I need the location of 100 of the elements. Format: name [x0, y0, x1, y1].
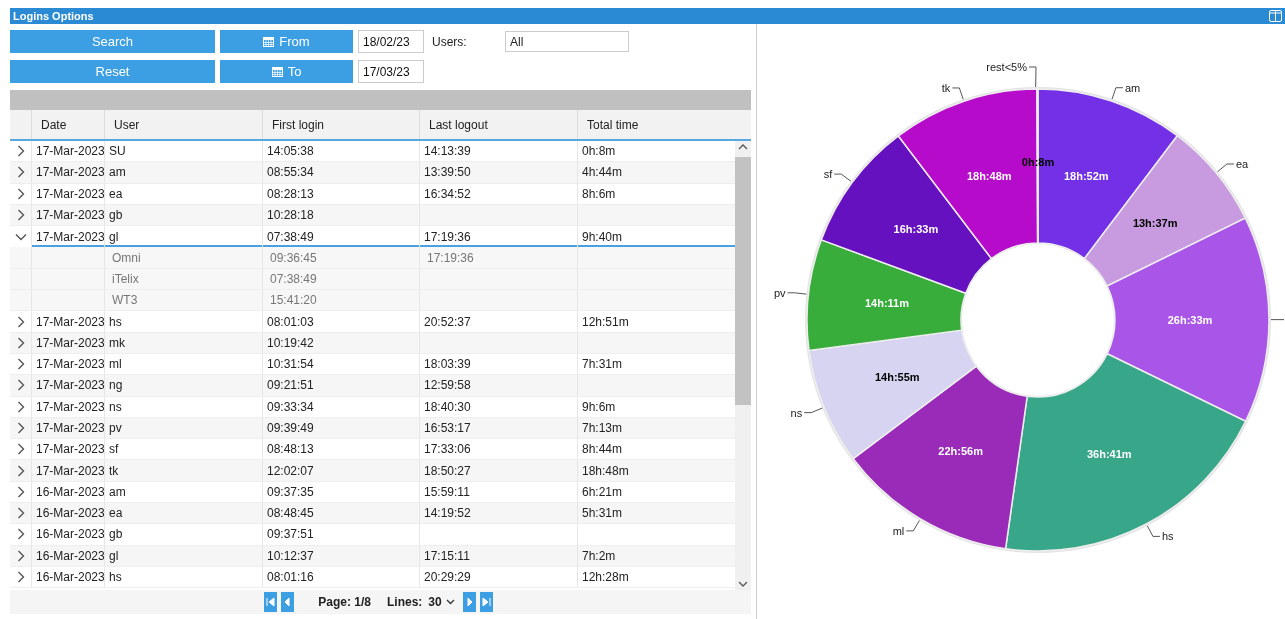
column-header[interactable]: First login: [262, 110, 419, 139]
chevron-right-icon[interactable]: [17, 336, 25, 349]
chevron-right-icon[interactable]: [17, 485, 25, 498]
slice-label: ea: [1235, 158, 1249, 170]
value-label: 18h:48m: [966, 170, 1012, 183]
table-cell: tk: [104, 460, 262, 481]
slice-label: tk: [941, 81, 951, 94]
table-cell: iTelix: [104, 268, 262, 290]
table-cell: 17:33:06: [419, 439, 577, 460]
lines-select[interactable]: 30: [428, 595, 455, 609]
table-cell: mk: [104, 332, 262, 353]
calendar-icon: [263, 36, 275, 47]
table-cell: 17-Mar-2023: [31, 332, 104, 353]
chevron-right-icon[interactable]: [17, 145, 25, 158]
leader-line: [1270, 319, 1285, 321]
table-cell: 17-Mar-2023: [31, 375, 104, 396]
scrollbar[interactable]: [735, 141, 751, 590]
users-field[interactable]: All: [505, 31, 629, 52]
page-indicator: Page: 1/8: [318, 595, 371, 609]
chevron-right-icon[interactable]: [17, 315, 25, 328]
table-cell: 17-Mar-2023: [31, 439, 104, 460]
table-cell: 16-Mar-2023: [31, 524, 104, 545]
donut-slice[interactable]: [1106, 217, 1270, 422]
chevron-right-icon[interactable]: [17, 549, 25, 562]
from-date-field[interactable]: 18/02/23: [358, 30, 424, 53]
table-cell: 18:03:39: [419, 353, 577, 375]
table-cell: hs: [104, 311, 262, 332]
table-cell: 16-Mar-2023: [31, 481, 104, 503]
slice-label: hs: [1161, 530, 1174, 543]
table-cell: 16-Mar-2023: [31, 545, 104, 566]
table-cell: 12:59:58: [419, 375, 577, 396]
donut-slice[interactable]: [1004, 353, 1247, 552]
table-cell: 10:19:42: [262, 332, 419, 353]
chevron-right-icon[interactable]: [17, 209, 25, 222]
first-page-button[interactable]: [264, 592, 278, 612]
table-cell: 16:53:17: [419, 417, 577, 439]
column-header[interactable]: Date: [31, 110, 104, 139]
chevron-right-icon[interactable]: [17, 400, 25, 413]
value-label: 26h:33m: [1167, 313, 1213, 326]
table-cell: 16-Mar-2023: [31, 566, 104, 588]
table-cell: 09:21:51: [262, 375, 419, 396]
table-cell: gl: [104, 545, 262, 566]
leader-line: [1217, 163, 1235, 173]
column-header[interactable]: User: [104, 110, 262, 139]
chevron-right-icon[interactable]: [17, 443, 25, 456]
slice-label: rest<5%: [986, 61, 1027, 73]
chevron-right-icon[interactable]: [17, 422, 25, 434]
donut-slice[interactable]: [852, 365, 1028, 550]
table-cell: WT3: [104, 290, 262, 311]
table-cell: 10:31:54: [262, 353, 419, 375]
table-cell: 15:59:11: [419, 481, 577, 503]
chevron-right-icon[interactable]: [17, 528, 25, 541]
table-cell: ns: [104, 396, 262, 417]
slice-label: pv: [773, 286, 786, 299]
chevron-right-icon[interactable]: [17, 187, 25, 200]
slice-label: am: [1124, 81, 1141, 94]
table-cell: Omni: [104, 247, 262, 268]
value-label: 14h:55m: [874, 371, 920, 384]
columns-icon[interactable]: [1269, 10, 1282, 22]
column-header[interactable]: Total time: [577, 110, 735, 139]
chevron-right-icon[interactable]: [17, 571, 25, 584]
table-cell: 17-Mar-2023: [31, 141, 104, 162]
table-cell: 17-Mar-2023: [31, 162, 104, 183]
leader-line: [1146, 525, 1161, 537]
table-cell: sf: [104, 439, 262, 460]
column-header[interactable]: Last logout: [419, 110, 577, 139]
chevron-down-icon[interactable]: [15, 232, 27, 241]
previous-page-button[interactable]: [281, 592, 295, 612]
table-cell: 14:13:39: [419, 141, 577, 162]
table-cell: ea: [104, 503, 262, 524]
users-label: Users:: [432, 34, 468, 49]
leader-line: [1111, 87, 1124, 100]
leader-line: [787, 292, 807, 295]
table-cell: 14:19:52: [419, 503, 577, 524]
table-cell: SU: [104, 141, 262, 162]
table-cell: 10:12:37: [262, 545, 419, 566]
chevron-right-icon[interactable]: [17, 507, 25, 520]
slice-label: ml: [892, 524, 905, 537]
chevron-right-icon[interactable]: [17, 166, 25, 179]
table-cell: gb: [104, 204, 262, 226]
value-label: 14h:11m: [864, 297, 909, 310]
chevron-right-icon[interactable]: [17, 358, 25, 371]
table-cell: 08:01:16: [262, 566, 419, 588]
table-cell: 13:39:50: [419, 162, 577, 183]
donut-slice[interactable]: [806, 239, 967, 352]
chevron-right-icon[interactable]: [17, 464, 25, 477]
table-cell: 15:41:20: [262, 290, 419, 311]
leader-line: [1028, 66, 1037, 88]
scroll-thumb[interactable]: [735, 157, 751, 405]
table-cell: 18:40:30: [419, 396, 577, 417]
chevron-right-icon[interactable]: [17, 379, 25, 392]
value-label: 22h:56m: [938, 444, 983, 457]
next-page-button[interactable]: [462, 592, 476, 612]
slice-label: sf: [823, 168, 833, 181]
last-page-button[interactable]: [479, 592, 493, 612]
leader-line: [951, 87, 964, 100]
leader-line: [905, 520, 920, 532]
table-cell: 18:50:27: [419, 460, 577, 481]
to-date-field[interactable]: 17/03/23: [358, 60, 424, 83]
table-cell: 09:36:45: [262, 247, 419, 268]
